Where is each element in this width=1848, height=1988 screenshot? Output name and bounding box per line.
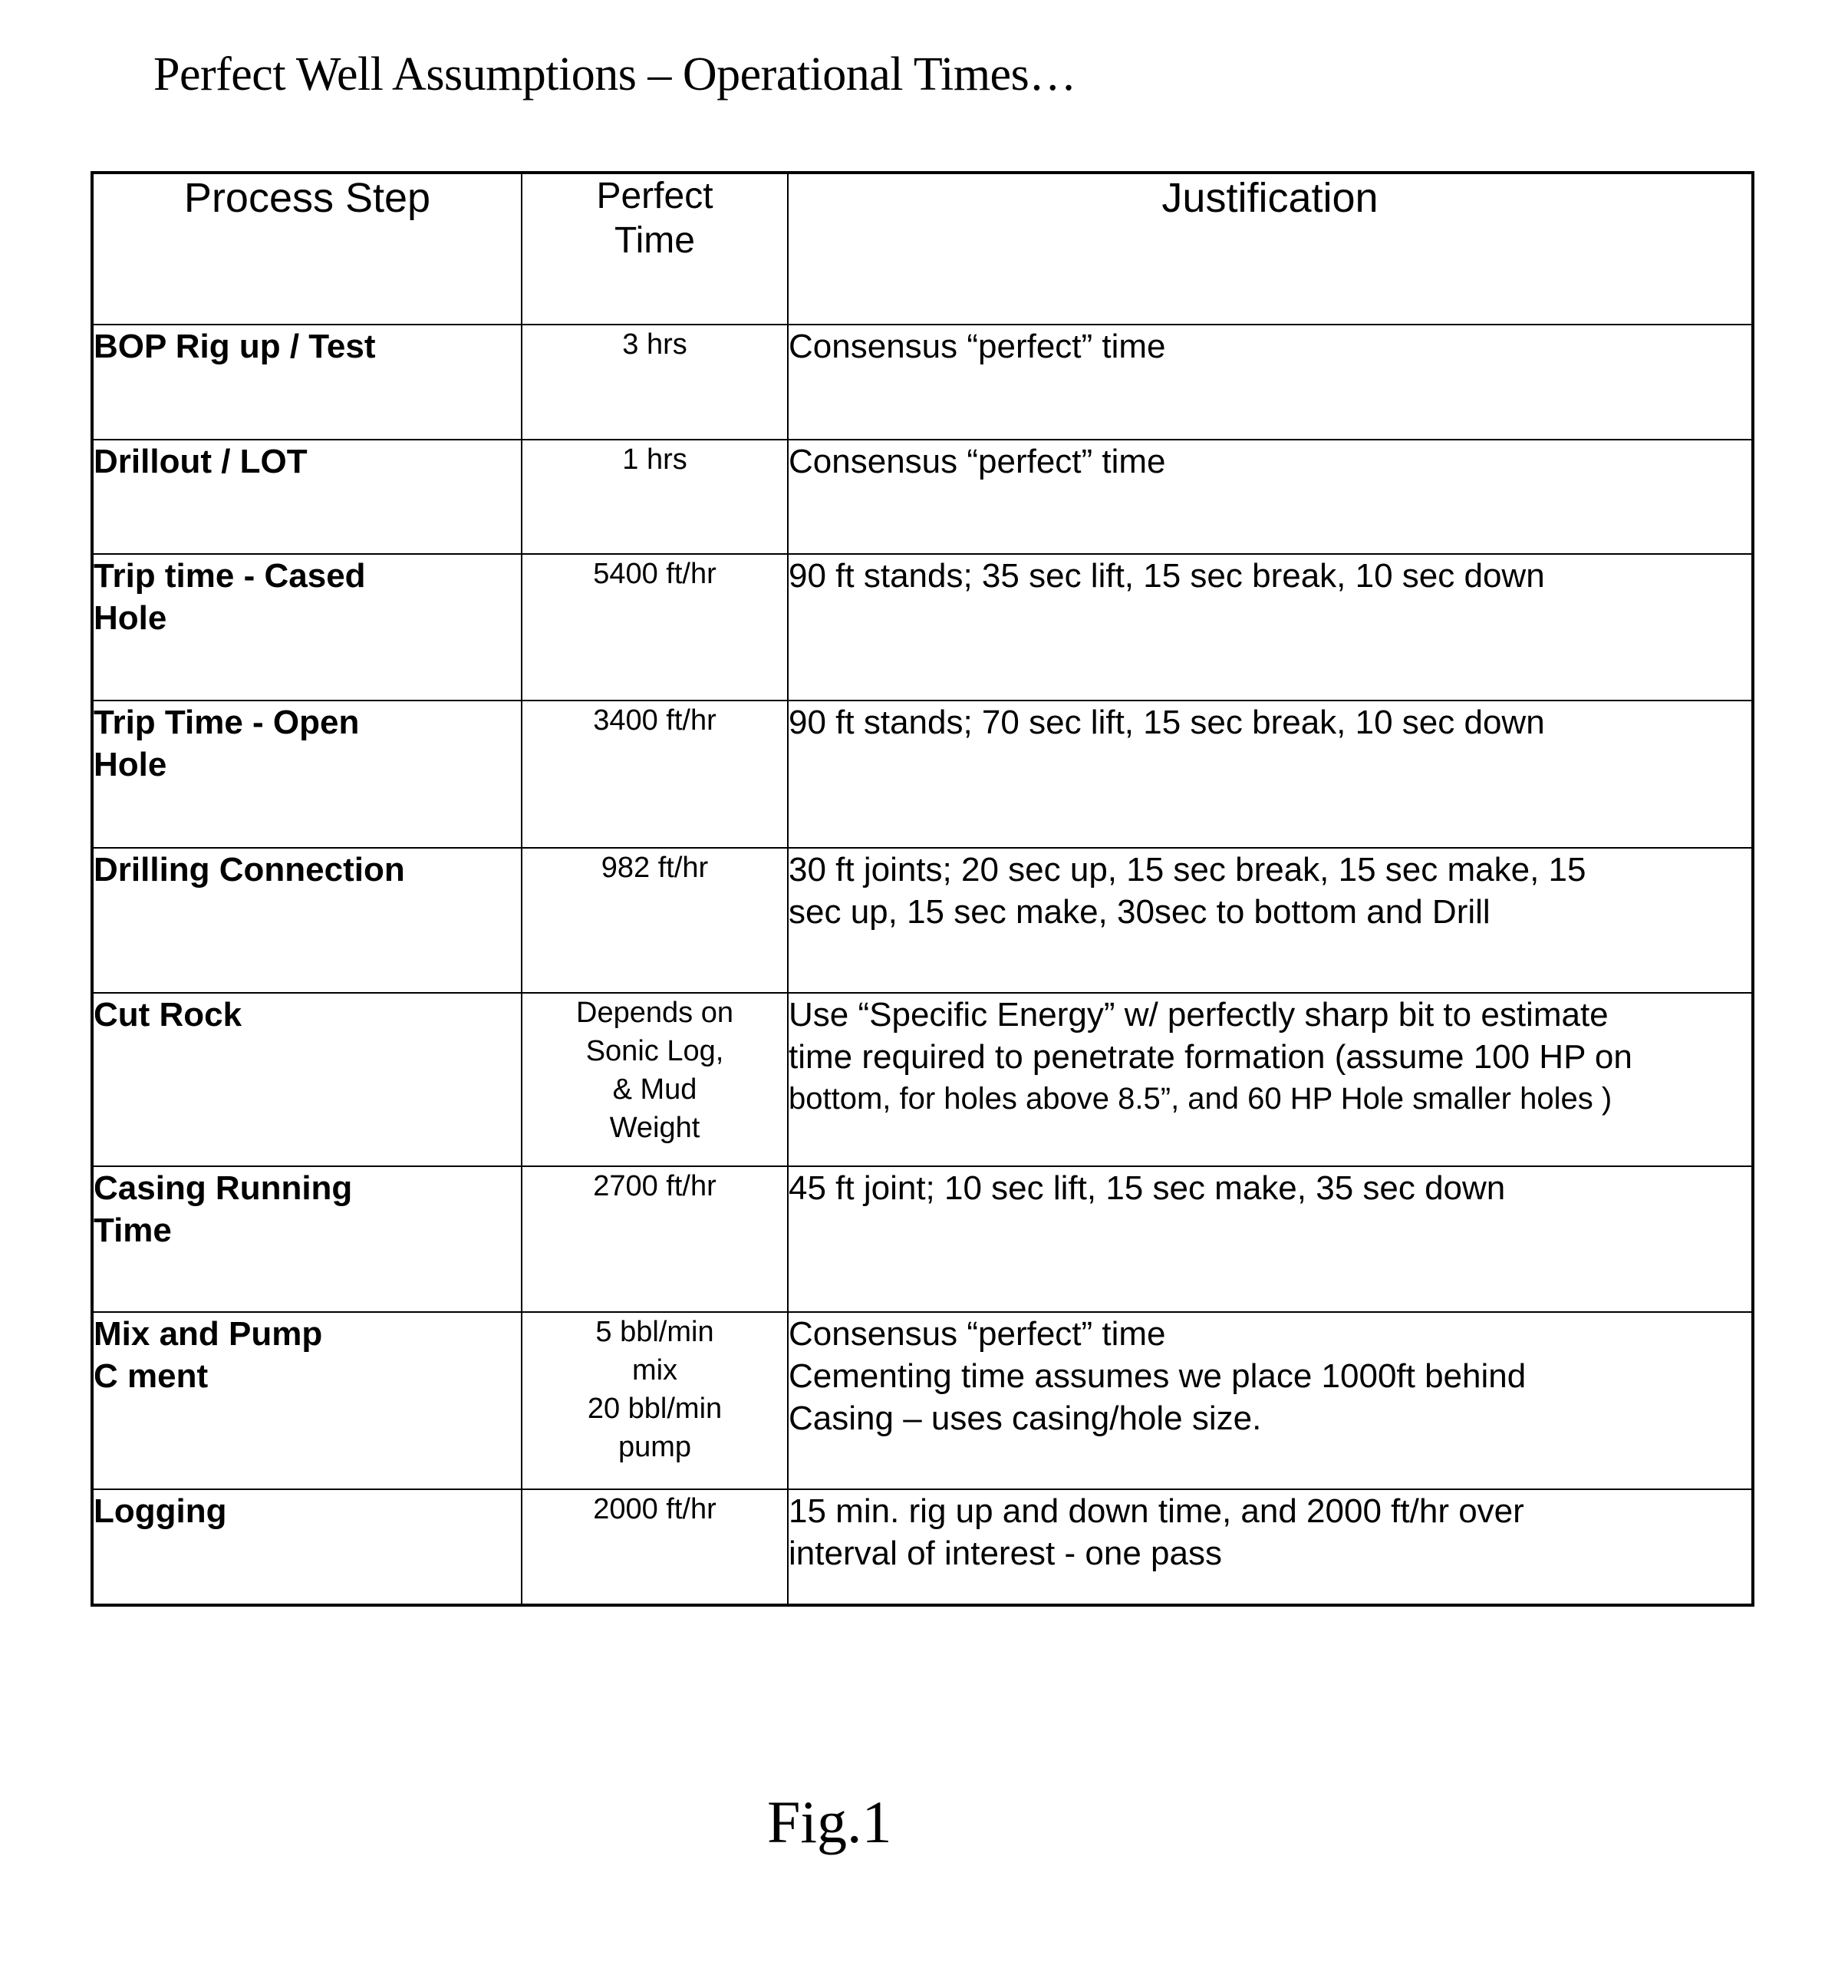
perfect-time-text: mix xyxy=(631,1354,678,1386)
justification-text: Consensus “perfect” time xyxy=(789,1315,1166,1353)
process-step-text: Drilling Connection xyxy=(94,851,405,889)
justification-text: Consensus “perfect” time xyxy=(789,443,1166,480)
perfect-time-cell: Depends on Sonic Log, & Mud Weight xyxy=(521,992,789,1167)
table-header-row: Process Step Perfect Time Justification xyxy=(91,172,1754,325)
header-process-step: Process Step xyxy=(91,172,522,325)
perfect-time-text: 2700 ft/hr xyxy=(593,1170,716,1202)
perfect-time-cell: 1 hrs xyxy=(521,439,789,555)
perfect-time-text: Weight xyxy=(609,1112,700,1144)
table-row: Casing Running Time 2700 ft/hr 45 ft joint;… xyxy=(91,1165,1754,1313)
perfect-time-text: Depends on xyxy=(576,997,733,1029)
perfect-time-cell: 2700 ft/hr xyxy=(521,1165,789,1313)
justification-cell: 90 ft stands; 35 sec lift, 15 sec break,… xyxy=(787,553,1754,701)
justification-text: Consensus “perfect” time xyxy=(789,328,1166,365)
process-step-text: Hole xyxy=(94,746,167,783)
figure-label: Fig.1 xyxy=(767,1789,892,1855)
justification-text: 15 min. rig up and down time, and 2000 f… xyxy=(789,1492,1524,1530)
perfect-time-cell: 2000 ft/hr xyxy=(521,1489,789,1606)
process-step-text: Trip time - Cased xyxy=(94,557,366,595)
process-step-text: Casing Running xyxy=(94,1169,353,1207)
process-step-cell: Trip Time - Open Hole xyxy=(91,700,522,849)
process-step-text: Hole xyxy=(94,599,167,637)
header-perfect-time: Perfect Time xyxy=(521,172,789,325)
process-step-text: Drillout / LOT xyxy=(94,443,308,480)
header-justification: Justification xyxy=(787,172,1754,325)
justification-cell: 15 min. rig up and down time, and 2000 f… xyxy=(787,1489,1754,1606)
justification-cell: 30 ft joints; 20 sec up, 15 sec break, 1… xyxy=(787,847,1754,994)
justification-text: Cementing time assumes we place 1000ft b… xyxy=(789,1357,1527,1395)
process-step-cell: Cut Rock xyxy=(91,992,522,1167)
table-row: Trip Time - Open Hole 3400 ft/hr 90 ft stan… xyxy=(91,700,1754,849)
justification-text: Casing – uses casing/hole size. xyxy=(789,1400,1262,1437)
table-row: Mix and Pump C ment 5 bbl/min mix 20 bbl/min… xyxy=(91,1311,1754,1490)
perfect-time-text: 982 ft/hr xyxy=(601,852,709,884)
process-step-text: Logging xyxy=(94,1492,227,1530)
justification-text: 90 ft stands; 35 sec lift, 15 sec break,… xyxy=(789,557,1545,595)
justification-cell: Use “Specific Energy” w/ perfectly sharp… xyxy=(787,992,1754,1167)
justification-text: time required to penetrate formation (as… xyxy=(789,1038,1632,1076)
perfect-time-text: 3400 ft/hr xyxy=(593,704,716,737)
table-row: Logging 2000 ft/hr 15 min. rig up and down… xyxy=(91,1489,1754,1606)
page-title: Perfect Well Assumptions – Operational T… xyxy=(153,48,1076,101)
process-step-cell: Mix and Pump C ment xyxy=(91,1311,522,1490)
process-step-cell: Drilling Connection xyxy=(91,847,522,994)
process-step-text: BOP Rig up / Test xyxy=(94,328,376,365)
justification-text: 90 ft stands; 70 sec lift, 15 sec break,… xyxy=(789,704,1545,741)
justification-cell: Consensus “perfect” time xyxy=(787,324,1754,440)
process-step-cell: Logging xyxy=(91,1489,522,1606)
perfect-time-text: 5 bbl/min xyxy=(595,1316,714,1348)
operational-times-table: Process Step Perfect Time Justification … xyxy=(91,171,1754,1607)
perfect-time-cell: 5400 ft/hr xyxy=(521,553,789,701)
process-step-cell: Casing Running Time xyxy=(91,1165,522,1313)
table-row: Drilling Connection 982 ft/hr 30 ft joints… xyxy=(91,847,1754,994)
process-step-text: Time xyxy=(94,1212,172,1249)
table-row: BOP Rig up / Test 3 hrs Consensus “perfect… xyxy=(91,324,1754,440)
justification-cell: 90 ft stands; 70 sec lift, 15 sec break,… xyxy=(787,700,1754,849)
perfect-time-text: 2000 ft/hr xyxy=(593,1493,716,1525)
justification-text: 30 ft joints; 20 sec up, 15 sec break, 1… xyxy=(789,851,1586,889)
perfect-time-text: Sonic Log, xyxy=(585,1035,724,1067)
justification-text: sec up, 15 sec make, 30sec to bottom and… xyxy=(789,893,1491,931)
justification-text: interval of interest - one pass xyxy=(789,1535,1222,1572)
process-step-cell: BOP Rig up / Test xyxy=(91,324,522,440)
perfect-time-text: 5400 ft/hr xyxy=(593,558,716,590)
table-row: Drillout / LOT 1 hrs Consensus “perfect” t… xyxy=(91,439,1754,555)
process-step-text: Mix and Pump xyxy=(94,1315,323,1353)
justification-text: bottom, for holes above 8.5”, and 60 HP … xyxy=(789,1082,1612,1116)
process-step-text: C ment xyxy=(94,1357,209,1395)
perfect-time-text: 3 hrs xyxy=(622,328,687,361)
table-row: Cut Rock Depends on Sonic Log, & Mud Weight U… xyxy=(91,992,1754,1167)
perfect-time-text: 1 hrs xyxy=(622,443,687,476)
process-step-text: Trip Time - Open xyxy=(94,704,360,741)
perfect-time-cell: 982 ft/hr xyxy=(521,847,789,994)
process-step-text: Cut Rock xyxy=(94,996,242,1034)
header-perfect-time-line: Time xyxy=(614,220,695,261)
perfect-time-cell: 3400 ft/hr xyxy=(521,700,789,849)
process-step-cell: Trip time - Cased Hole xyxy=(91,553,522,701)
justification-text: Use “Specific Energy” w/ perfectly sharp… xyxy=(789,996,1609,1034)
process-step-cell: Drillout / LOT xyxy=(91,439,522,555)
justification-cell: 45 ft joint; 10 sec lift, 15 sec make, 3… xyxy=(787,1165,1754,1313)
table-row: Trip time - Cased Hole 5400 ft/hr 90 ft sta… xyxy=(91,553,1754,701)
perfect-time-text: & Mud xyxy=(612,1073,697,1106)
justification-text: 45 ft joint; 10 sec lift, 15 sec make, 3… xyxy=(789,1169,1506,1207)
perfect-time-text: 20 bbl/min xyxy=(587,1393,723,1425)
header-perfect-time-line: Perfect xyxy=(596,176,713,216)
perfect-time-cell: 5 bbl/min mix 20 bbl/min pump xyxy=(521,1311,789,1490)
justification-cell: Consensus “perfect” time Cementing time a… xyxy=(787,1311,1754,1490)
perfect-time-cell: 3 hrs xyxy=(521,324,789,440)
justification-cell: Consensus “perfect” time xyxy=(787,439,1754,555)
perfect-time-text: pump xyxy=(618,1431,692,1463)
